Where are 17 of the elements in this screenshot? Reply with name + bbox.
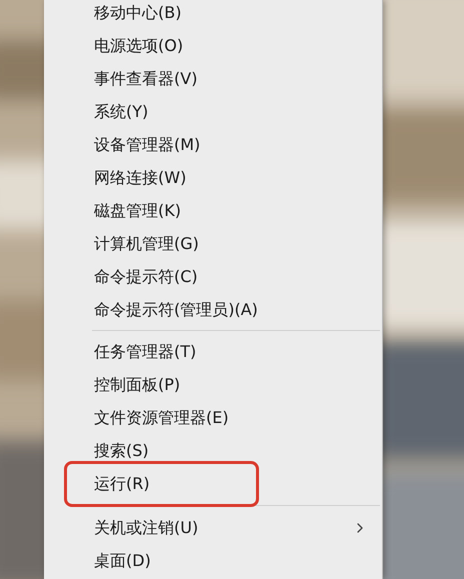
menu-item[interactable]: 关机或注销(U): [94, 518, 382, 538]
menu-item[interactable]: 命令提示符(管理员)(A): [94, 300, 258, 320]
menu-item[interactable]: 任务管理器(T): [94, 342, 196, 362]
menu-item[interactable]: 计算机管理(G): [94, 234, 199, 254]
menu-item[interactable]: 事件查看器(V): [94, 68, 198, 88]
menu-item[interactable]: 桌面(D): [94, 550, 151, 570]
menu-item[interactable]: 控制面板(P): [94, 374, 180, 394]
menu-item[interactable]: 网络连接(W): [94, 168, 186, 188]
menu-item[interactable]: 磁盘管理(K): [94, 200, 181, 220]
menu-item[interactable]: 系统(Y): [94, 102, 148, 122]
menu-item[interactable]: 命令提示符(C): [94, 266, 198, 286]
menu-item[interactable]: 设备管理器(M): [94, 134, 200, 154]
menu-item[interactable]: 文件资源管理器(E): [94, 408, 229, 428]
menu-item[interactable]: 搜索(S): [94, 440, 149, 460]
menu-item[interactable]: 移动中心(B): [94, 2, 182, 22]
menu-item[interactable]: 电源选项(O): [94, 36, 184, 56]
menu-item[interactable]: 运行(R): [94, 474, 150, 494]
